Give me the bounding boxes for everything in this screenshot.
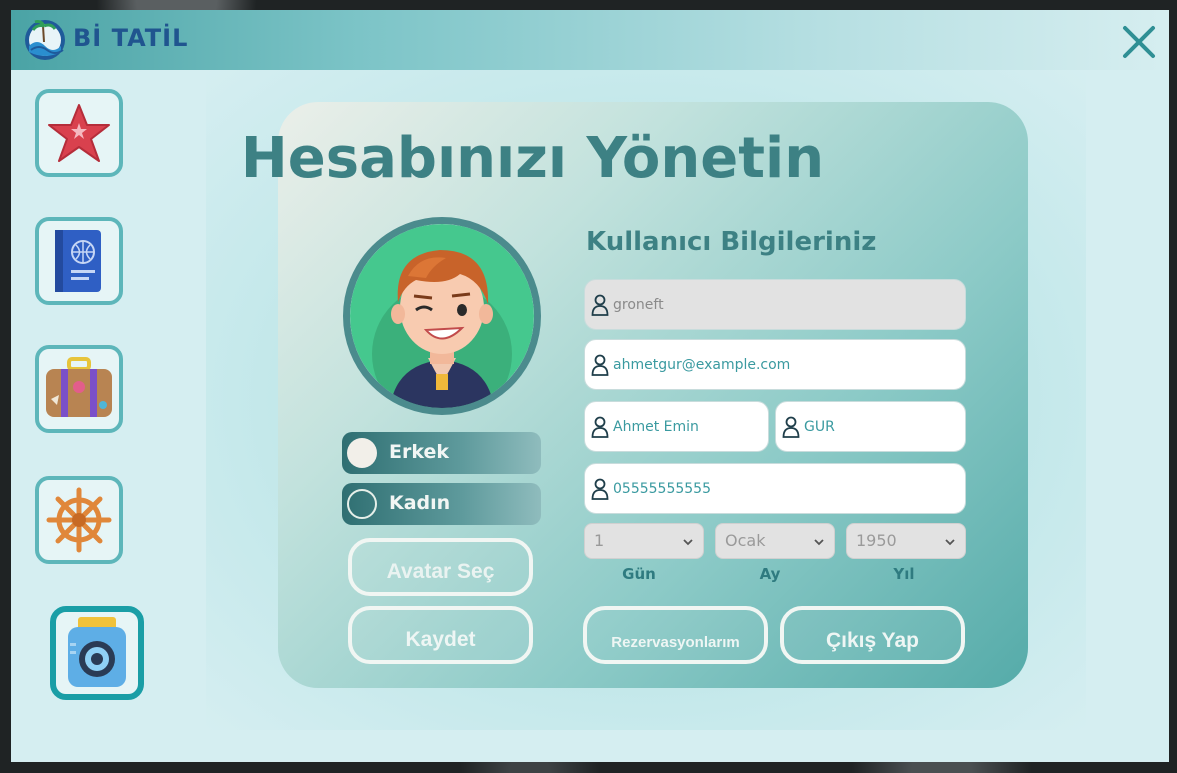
avatar-image [350, 224, 534, 408]
gender-option-female[interactable]: Kadın [342, 483, 541, 525]
user-icon [591, 354, 609, 376]
title-bar: Bİ TATİL [11, 10, 1169, 70]
birth-day-select[interactable]: 1 [584, 523, 704, 559]
sidebar-item-account[interactable] [50, 606, 144, 700]
user-icon [591, 478, 609, 500]
phone-input[interactable] [613, 464, 959, 513]
select-avatar-button[interactable]: Avatar Seç [348, 538, 533, 596]
chevron-down-icon [945, 539, 955, 546]
close-icon[interactable] [1121, 24, 1157, 60]
user-icon [591, 294, 609, 316]
gender-label-female: Kadın [389, 492, 451, 514]
radio-female[interactable] [347, 489, 377, 519]
gender-label-male: Erkek [389, 441, 449, 463]
brand-name: Bİ TATİL [73, 24, 189, 52]
user-icon [591, 416, 609, 438]
sidebar-item-cruise[interactable] [35, 476, 123, 564]
email-input[interactable] [613, 340, 959, 389]
birth-month-value: Ocak [725, 531, 766, 550]
avatar [343, 217, 541, 415]
username-field[interactable] [584, 279, 966, 330]
last-name-field[interactable] [775, 401, 966, 452]
suitcase-icon [46, 357, 112, 417]
save-button[interactable]: Kaydet [348, 606, 533, 664]
camera-icon [68, 617, 126, 687]
first-name-field[interactable] [584, 401, 769, 452]
birth-year-value: 1950 [856, 531, 897, 550]
first-name-input[interactable] [613, 402, 762, 451]
year-label: Yıl [893, 565, 915, 583]
brand-logo-icon [25, 20, 65, 60]
user-info-title: Kullanıcı Bilgileriniz [586, 227, 877, 257]
sidebar-item-passport[interactable] [35, 217, 123, 305]
reservations-button[interactable]: Rezervasyonlarım [583, 606, 768, 664]
last-name-input[interactable] [804, 402, 959, 451]
chevron-down-icon [683, 539, 693, 546]
birth-day-value: 1 [594, 531, 605, 550]
birth-month-select[interactable]: Ocak [715, 523, 835, 559]
logout-button[interactable]: Çıkış Yap [780, 606, 965, 664]
month-label: Ay [759, 565, 781, 583]
phone-field[interactable] [584, 463, 966, 514]
email-field[interactable] [584, 339, 966, 390]
username-input[interactable] [613, 280, 959, 329]
radio-male[interactable] [347, 438, 377, 468]
user-icon [782, 416, 800, 438]
birth-year-select[interactable]: 1950 [846, 523, 966, 559]
chevron-down-icon [814, 539, 824, 546]
passport-icon [55, 230, 101, 292]
sidebar-item-luggage[interactable] [35, 345, 123, 433]
day-label: Gün [622, 565, 656, 583]
ship-wheel-icon [46, 487, 112, 553]
page-title: Hesabınızı Yönetin [240, 126, 825, 191]
gender-option-male[interactable]: Erkek [342, 432, 541, 474]
